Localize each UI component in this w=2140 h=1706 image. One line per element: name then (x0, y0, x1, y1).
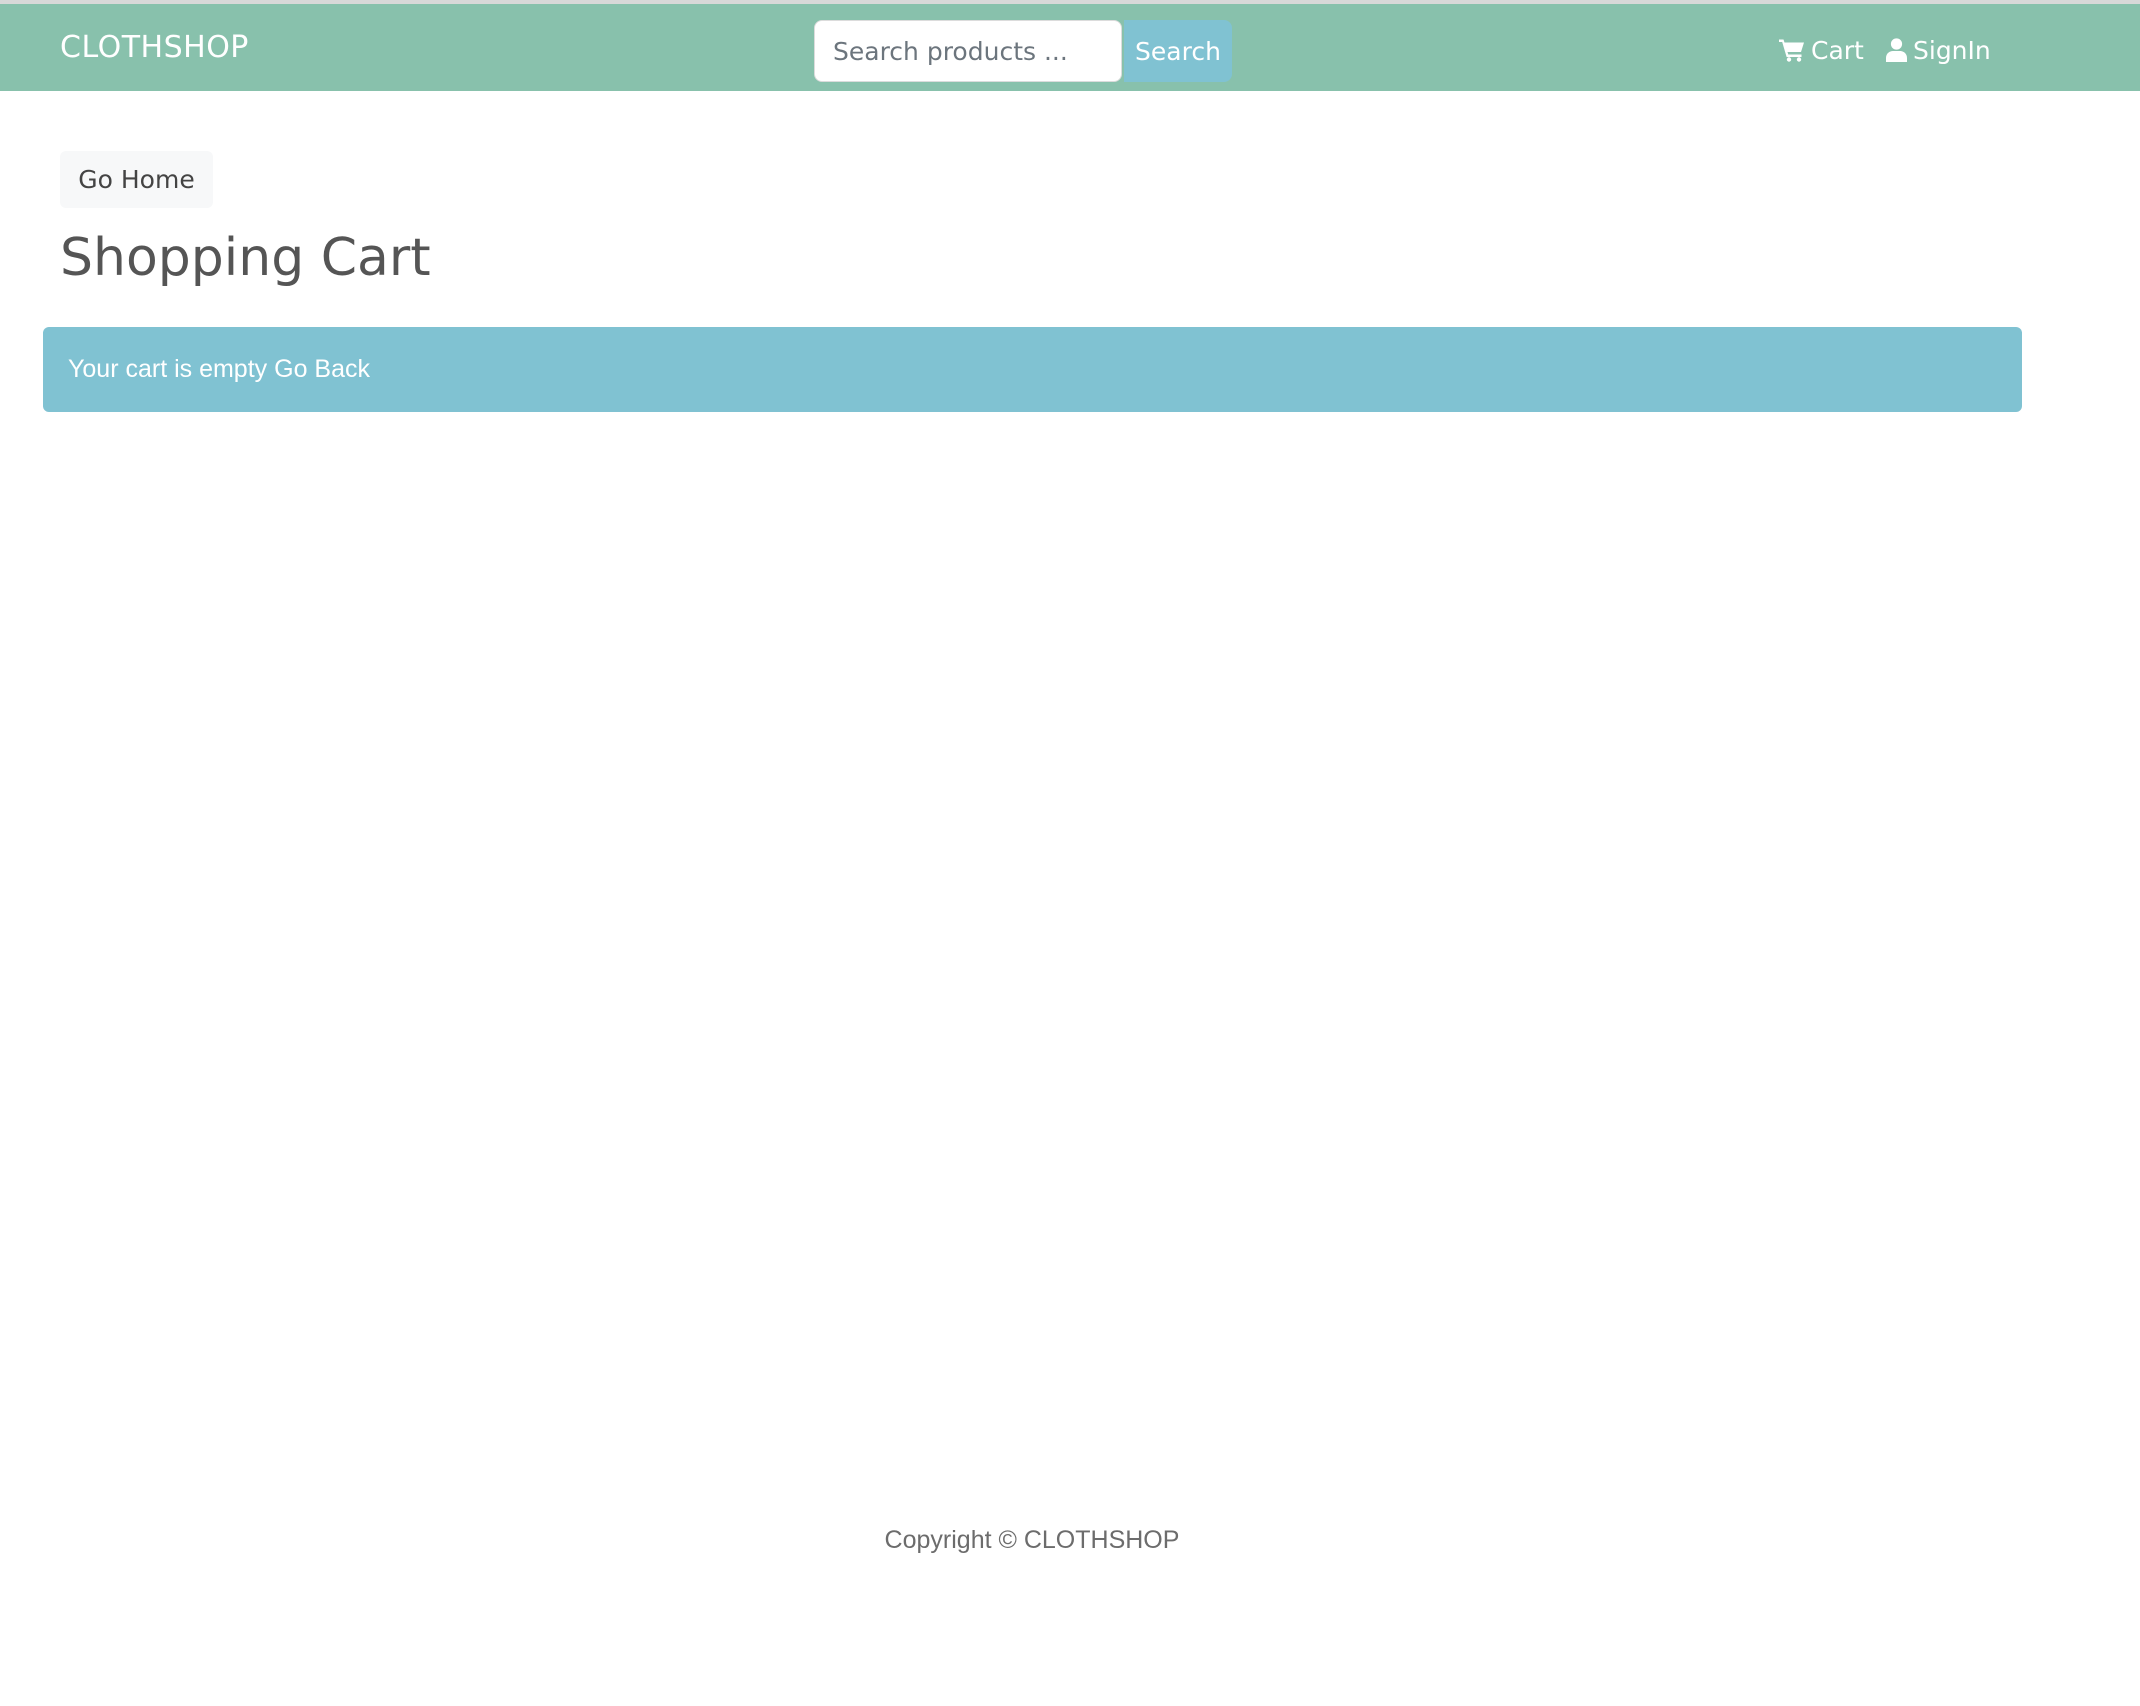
footer: Copyright © CLOTHSHOP (0, 1526, 2064, 1555)
shopping-cart-icon (1779, 38, 1805, 62)
search-input[interactable] (814, 20, 1122, 82)
nav-cart-link[interactable]: Cart (1779, 32, 1864, 68)
nav-signin-link[interactable]: SignIn (1886, 32, 1991, 68)
navbar: CLOTHSHOP Search Cart SignIn (0, 4, 2140, 91)
user-icon (1886, 38, 1907, 62)
copyright-text: Copyright © CLOTHSHOP (884, 1526, 1180, 1554)
alert-message: Your cart is empty (68, 355, 268, 383)
go-back-link[interactable]: Go Back (274, 355, 370, 384)
page-title: Shopping Cart (60, 228, 431, 288)
nav-cart-label: Cart (1811, 35, 1864, 65)
brand-logo[interactable]: CLOTHSHOP (60, 30, 249, 65)
empty-cart-alert: Your cart is empty Go Back (43, 327, 2022, 412)
search-button[interactable]: Search (1124, 20, 1232, 82)
go-home-button[interactable]: Go Home (60, 151, 213, 208)
nav-signin-label: SignIn (1913, 35, 1991, 65)
